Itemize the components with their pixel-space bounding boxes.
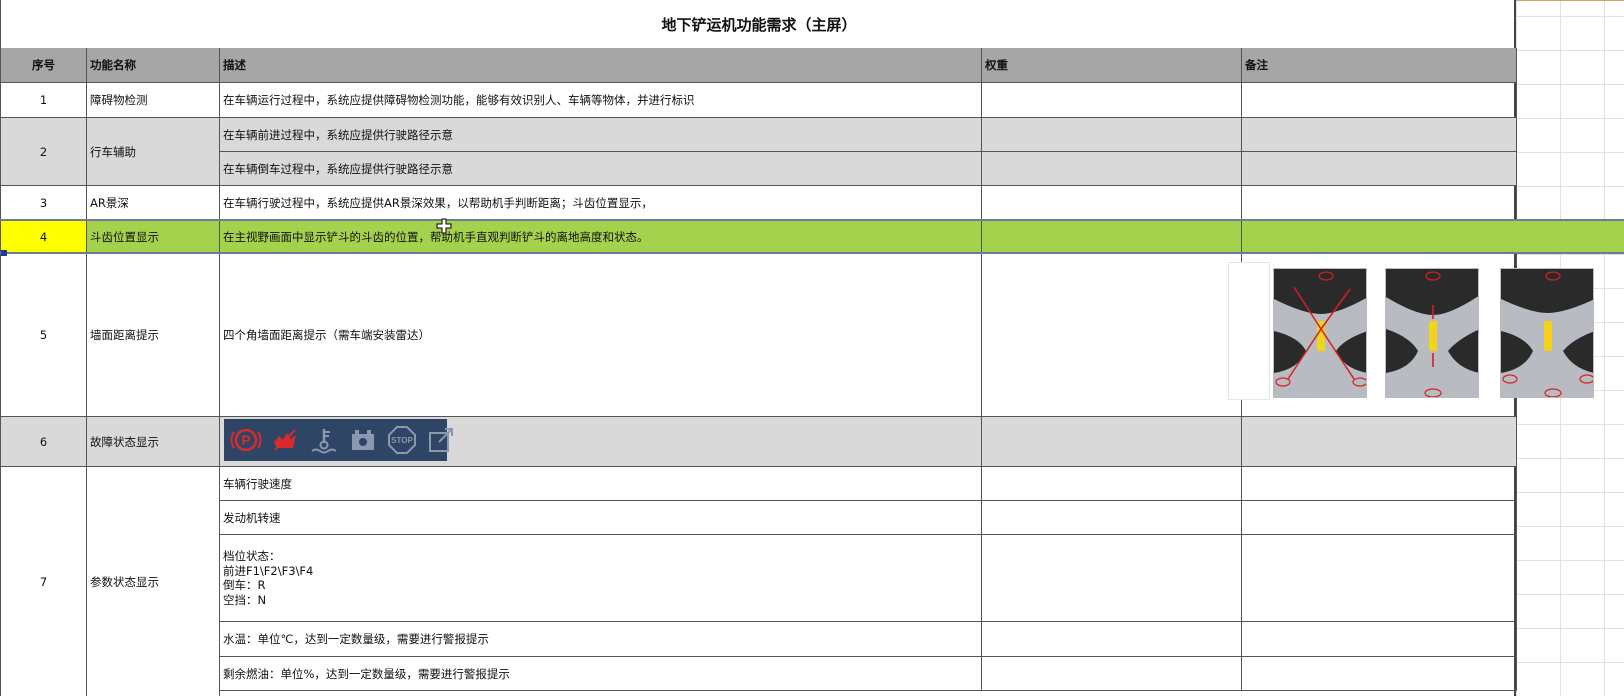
header-weight[interactable]: 权重 — [982, 48, 1242, 83]
fault-status-icons-image[interactable]: P STOP — [224, 419, 453, 461]
row7b-weight[interactable] — [982, 501, 1242, 535]
selected-row-overflow — [1516, 219, 1624, 254]
row3-remark[interactable] — [1242, 186, 1517, 220]
row4-remark[interactable] — [1242, 220, 1517, 254]
engine-fault-icon — [269, 424, 301, 456]
row2-seq[interactable]: 2 — [1, 118, 87, 186]
row3-name[interactable]: AR景深 — [87, 186, 220, 220]
row2a-remark[interactable] — [1242, 118, 1517, 152]
coolant-temp-icon — [308, 424, 340, 456]
header-description[interactable]: 描述 — [220, 48, 982, 83]
row5-seq[interactable]: 5 — [1, 254, 87, 417]
row1-desc[interactable]: 在车辆运行过程中，系统应提供障碍物检测功能，能够有效识别人、车辆等物体，并进行标… — [220, 83, 982, 118]
wall-distance-screenshot-1[interactable] — [1273, 268, 1367, 398]
header-seq[interactable]: 序号 — [1, 48, 87, 83]
row3-seq[interactable]: 3 — [1, 186, 87, 220]
row7c-weight[interactable] — [982, 535, 1242, 622]
screenshot-toolbar-fragment — [1228, 262, 1270, 400]
move-cursor-icon — [436, 218, 452, 234]
row6-name[interactable]: 故障状态显示 — [87, 417, 220, 467]
row7d-weight[interactable] — [982, 622, 1242, 657]
row7-desc-rpm[interactable]: 发动机转速 — [220, 501, 982, 535]
row7a-weight[interactable] — [982, 467, 1242, 501]
svg-text:STOP: STOP — [391, 436, 413, 445]
row7d-remark[interactable] — [1242, 622, 1517, 657]
row5-weight[interactable] — [982, 254, 1242, 417]
sheet-title[interactable]: 地下铲运机功能需求（主屏） — [1, 0, 1517, 49]
row2a-weight[interactable] — [982, 118, 1242, 152]
wall-distance-screenshot-2[interactable] — [1385, 268, 1479, 398]
row7-name[interactable]: 参数状态显示 — [87, 467, 220, 696]
row7-desc-gear[interactable]: 档位状态： 前进F1\F2\F3\F4 倒车：R 空挡：N — [220, 535, 982, 622]
row7e-remark[interactable] — [1242, 657, 1517, 691]
header-remark[interactable]: 备注 — [1242, 48, 1517, 83]
stop-icon: STOP — [386, 424, 418, 456]
row5-desc[interactable]: 四个角墙面距离提示（需车端安装雷达） — [220, 254, 982, 417]
parking-brake-icon: P — [230, 424, 262, 456]
row2-desc-forward[interactable]: 在车辆前进过程中，系统应提供行驶路径示意 — [220, 118, 982, 152]
row7e-weight[interactable] — [982, 657, 1242, 691]
row7-desc-fuel[interactable]: 剩余燃油：单位%，达到一定数量级，需要进行警报提示 — [220, 657, 982, 691]
row4-desc[interactable]: 在主视野画面中显示铲斗的斗齿的位置，帮助机手直观判断铲斗的离地高度和状态。 — [220, 220, 982, 254]
row2-desc-reverse[interactable]: 在车辆倒车过程中，系统应提供行驶路径示意 — [220, 152, 982, 186]
header-function-name[interactable]: 功能名称 — [87, 48, 220, 83]
row1-seq[interactable]: 1 — [1, 83, 87, 118]
row7b-remark[interactable] — [1242, 501, 1517, 535]
row7a-remark[interactable] — [1242, 467, 1517, 501]
row4-seq-active-cell[interactable]: 4 — [1, 220, 87, 254]
row5-name[interactable]: 墙面距离提示 — [87, 254, 220, 417]
wall-distance-screenshot-3[interactable] — [1500, 268, 1594, 398]
external-link-icon — [425, 424, 457, 456]
row1-remark[interactable] — [1242, 83, 1517, 118]
row7-desc-speed[interactable]: 车辆行驶速度 — [220, 467, 982, 501]
row2b-remark[interactable] — [1242, 152, 1517, 186]
battery-icon — [347, 424, 379, 456]
row1-name[interactable]: 障碍物检测 — [87, 83, 220, 118]
wall-distance-screenshots[interactable] — [1228, 262, 1624, 400]
row6-remark[interactable] — [1242, 417, 1517, 467]
row7c-remark[interactable] — [1242, 535, 1517, 622]
row6-weight[interactable] — [982, 417, 1242, 467]
row2b-weight[interactable] — [982, 152, 1242, 186]
row3-weight[interactable] — [982, 186, 1242, 220]
row7-seq[interactable]: 7 — [1, 467, 87, 696]
row7-desc-water-temp[interactable]: 水温：单位℃，达到一定数量级，需要进行警报提示 — [220, 622, 982, 657]
row6-seq[interactable]: 6 — [1, 417, 87, 467]
row3-desc[interactable]: 在车辆行驶过程中，系统应提供AR景深效果，以帮助机手判断距离；斗齿位置显示， — [220, 186, 982, 220]
row4-name[interactable]: 斗齿位置显示 — [87, 220, 220, 254]
svg-text:P: P — [241, 432, 250, 448]
row2-name[interactable]: 行车辅助 — [87, 118, 220, 186]
fill-handle[interactable] — [1, 250, 7, 256]
row4-weight[interactable] — [982, 220, 1242, 254]
row1-weight[interactable] — [982, 83, 1242, 118]
